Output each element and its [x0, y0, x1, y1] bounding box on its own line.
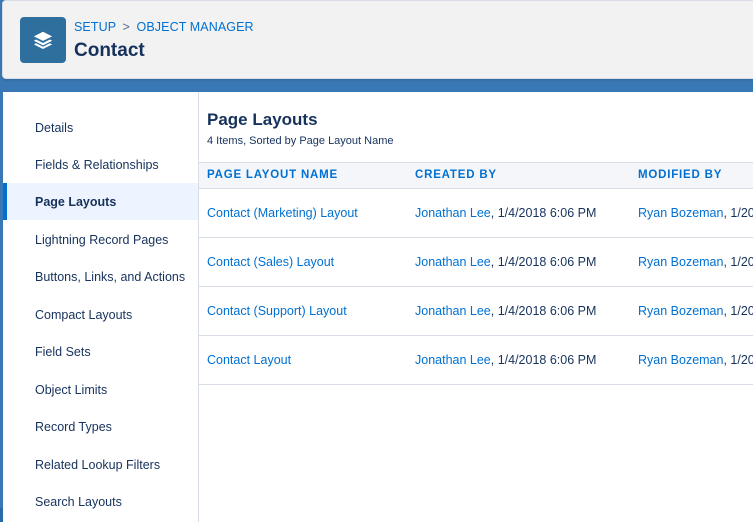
created-by-user-link[interactable]: Jonathan Lee [415, 206, 491, 220]
sidebar-item-compact-layouts[interactable]: Compact Layouts [3, 296, 198, 333]
sidebar-item-object-limits[interactable]: Object Limits [3, 371, 198, 408]
column-header-page-layout-name[interactable]: PAGE LAYOUT NAME [207, 169, 338, 181]
created-by-user-link[interactable]: Jonathan Lee [415, 353, 491, 367]
sidebar: Details Fields & Relationships Page Layo… [3, 92, 199, 522]
modified-by-user-link[interactable]: Ryan Bozeman [638, 206, 723, 220]
section-subtitle: 4 Items, Sorted by Page Layout Name [207, 135, 394, 147]
breadcrumb-object-manager[interactable]: OBJECT MANAGER [137, 20, 254, 34]
created-date: , 1/4/2018 6:06 PM [490, 255, 597, 269]
table-row: Contact (Marketing) Layout Jonathan Lee,… [199, 189, 753, 238]
created-date: , 1/4/2018 6:06 PM [490, 304, 597, 318]
object-header: SETUP > OBJECT MANAGER Contact [2, 0, 753, 79]
sidebar-item-record-types[interactable]: Record Types [3, 408, 198, 445]
created-by-cell: Jonathan Lee, 1/4/2018 6:06 PM [415, 255, 596, 269]
created-date: , 1/4/2018 6:06 PM [490, 353, 597, 367]
created-by-cell: Jonathan Lee, 1/4/2018 6:06 PM [415, 353, 596, 367]
layers-icon [20, 17, 66, 63]
created-by-cell: Jonathan Lee, 1/4/2018 6:06 PM [415, 304, 596, 318]
layout-name-link[interactable]: Contact (Marketing) Layout [207, 206, 358, 220]
page-layouts-table: PAGE LAYOUT NAME CREATED BY MODIFIED BY … [199, 162, 753, 385]
sidebar-item-lightning-record-pages[interactable]: Lightning Record Pages [3, 221, 198, 258]
modified-by-cell: Ryan Bozeman, 1/20 [638, 206, 753, 220]
sidebar-item-search-layouts[interactable]: Search Layouts [3, 483, 198, 520]
modified-by-user-link[interactable]: Ryan Bozeman [638, 304, 723, 318]
layout-name-link[interactable]: Contact (Sales) Layout [207, 255, 334, 269]
table-row: Contact (Sales) Layout Jonathan Lee, 1/4… [199, 238, 753, 287]
layout-name-link[interactable]: Contact (Support) Layout [207, 304, 347, 318]
modified-date: , 1/20 [723, 353, 753, 367]
main-panel: Details Fields & Relationships Page Layo… [3, 92, 753, 522]
layout-name-link[interactable]: Contact Layout [207, 353, 291, 367]
modified-by-user-link[interactable]: Ryan Bozeman [638, 353, 723, 367]
created-by-cell: Jonathan Lee, 1/4/2018 6:06 PM [415, 206, 596, 220]
modified-by-cell: Ryan Bozeman, 1/20 [638, 353, 753, 367]
breadcrumb: SETUP > OBJECT MANAGER [74, 20, 254, 34]
table-row: Contact Layout Jonathan Lee, 1/4/2018 6:… [199, 336, 753, 385]
created-date: , 1/4/2018 6:06 PM [490, 206, 597, 220]
column-header-modified-by[interactable]: MODIFIED BY [638, 169, 722, 181]
page-title: Contact [74, 40, 145, 61]
modified-by-cell: Ryan Bozeman, 1/20 [638, 304, 753, 318]
modified-by-cell: Ryan Bozeman, 1/20 [638, 255, 753, 269]
sidebar-item-details[interactable]: Details [3, 109, 198, 146]
breadcrumb-separator: > [122, 20, 130, 34]
column-header-created-by[interactable]: CREATED BY [415, 169, 497, 181]
table-row: Contact (Support) Layout Jonathan Lee, 1… [199, 287, 753, 336]
breadcrumb-setup[interactable]: SETUP [74, 20, 116, 34]
sidebar-item-page-layouts[interactable]: Page Layouts [3, 183, 198, 220]
modified-date: , 1/20 [723, 206, 753, 220]
created-by-user-link[interactable]: Jonathan Lee [415, 304, 491, 318]
modified-by-user-link[interactable]: Ryan Bozeman [638, 255, 723, 269]
sidebar-item-buttons-links-actions[interactable]: Buttons, Links, and Actions [3, 258, 198, 295]
created-by-user-link[interactable]: Jonathan Lee [415, 255, 491, 269]
table-header: PAGE LAYOUT NAME CREATED BY MODIFIED BY [199, 162, 753, 189]
modified-date: , 1/20 [723, 255, 753, 269]
modified-date: , 1/20 [723, 304, 753, 318]
sidebar-item-related-lookup-filters[interactable]: Related Lookup Filters [3, 446, 198, 483]
section-title: Page Layouts [207, 110, 318, 129]
sidebar-item-field-sets[interactable]: Field Sets [3, 333, 198, 370]
sidebar-item-fields-relationships[interactable]: Fields & Relationships [3, 146, 198, 183]
